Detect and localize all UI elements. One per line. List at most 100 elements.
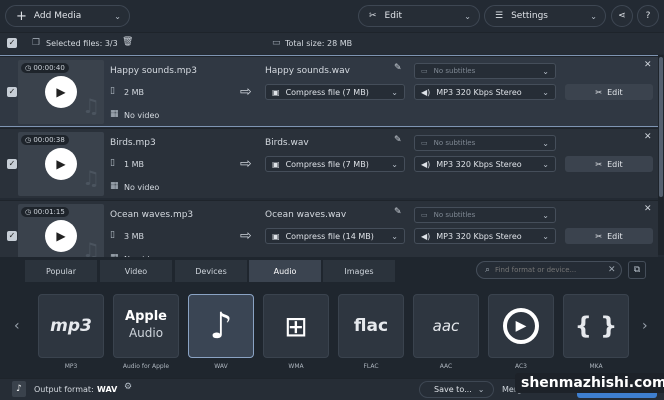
compress-dropdown[interactable]: ▣ Compress file (7 MB) ⌄ bbox=[265, 84, 405, 100]
selected-files-text: Selected files: 3/3 bbox=[46, 39, 118, 48]
tab-images[interactable]: Images bbox=[323, 260, 395, 282]
output-format-icon: ♪ bbox=[12, 381, 26, 397]
format-audio-for-apple[interactable]: Apple Audio bbox=[113, 294, 179, 358]
subtitles-dropdown[interactable]: ▭ No subtitles ⌄ bbox=[414, 207, 556, 223]
audio-track-dropdown[interactable]: ◀) MP3 320 Kbps Stereo ⌄ bbox=[414, 156, 556, 172]
rename-pencil-icon[interactable]: ✎ bbox=[394, 63, 402, 73]
scroll-left-icon[interactable]: ‹ bbox=[14, 318, 20, 334]
compress-dropdown[interactable]: ▣ Compress file (14 MB) ⌄ bbox=[265, 228, 405, 244]
format-search-input[interactable]: ⌕ ✕ bbox=[476, 261, 622, 279]
edit-file-label: Edit bbox=[607, 159, 623, 169]
duration-text: 00:00:40 bbox=[33, 64, 65, 72]
mka-braces-icon: { } bbox=[574, 312, 618, 340]
save-to-button[interactable]: Save to... ⌄ bbox=[419, 381, 494, 398]
compress-label: Compress file (7 MB) bbox=[285, 159, 369, 169]
file-icon: ▯ bbox=[110, 230, 115, 240]
total-size-text: Total size: 28 MB bbox=[285, 39, 353, 48]
format-mp3[interactable]: mp3 bbox=[38, 294, 104, 358]
play-button[interactable]: ▶ bbox=[45, 220, 77, 252]
speaker-icon: ◀) bbox=[421, 159, 431, 169]
clear-icon[interactable]: ✕ bbox=[608, 265, 616, 275]
rename-pencil-icon[interactable]: ✎ bbox=[394, 135, 402, 145]
device-icon: ⧉ bbox=[633, 265, 641, 275]
play-button[interactable]: ▶ bbox=[45, 148, 77, 180]
row-checkbox[interactable]: ✓ bbox=[7, 87, 17, 97]
source-file-name: Ocean waves.mp3 bbox=[110, 210, 194, 220]
file-icon: ▯ bbox=[110, 86, 115, 96]
scrollbar[interactable] bbox=[658, 55, 664, 255]
row-checkbox[interactable]: ✓ bbox=[7, 231, 17, 241]
close-icon[interactable]: ✕ bbox=[644, 132, 652, 142]
source-file-name: Happy sounds.mp3 bbox=[110, 66, 197, 76]
file-row[interactable]: ✓ ◷ 00:00:40 ▶ ♫ Happy sounds.mp3 ▯ 2 MB… bbox=[0, 55, 659, 127]
watermark: shenmazhishi.com bbox=[515, 373, 664, 393]
save-to-label: Save to... bbox=[434, 385, 472, 394]
chevron-down-icon: ⌄ bbox=[464, 11, 471, 21]
edit-file-button[interactable]: ✂ Edit bbox=[565, 228, 653, 244]
compress-icon: ▣ bbox=[272, 159, 280, 169]
select-all-checkbox[interactable]: ✓ bbox=[7, 38, 17, 48]
format-label: AC3 bbox=[514, 363, 527, 370]
duration-badge: ◷ 00:00:40 bbox=[21, 63, 69, 73]
chevron-down-icon: ⌄ bbox=[542, 87, 549, 97]
audio-track-dropdown[interactable]: ◀) MP3 320 Kbps Stereo ⌄ bbox=[414, 84, 556, 100]
compress-label: Compress file (7 MB) bbox=[285, 87, 369, 97]
chevron-down-icon: ⌄ bbox=[114, 11, 121, 21]
add-media-button[interactable]: + Add Media ⌄ bbox=[5, 5, 130, 27]
format-ac3[interactable]: ▶ bbox=[488, 294, 554, 358]
search-field[interactable] bbox=[495, 266, 604, 274]
settings-dropdown[interactable]: ☰ Settings ⌄ bbox=[484, 5, 606, 27]
file-thumbnail[interactable]: ◷ 00:00:38 ▶ ♫ bbox=[18, 132, 104, 196]
format-mka[interactable]: { } bbox=[563, 294, 629, 358]
edit-dropdown[interactable]: ✂ Edit ⌄ bbox=[358, 5, 480, 27]
audio-track-dropdown[interactable]: ◀) MP3 320 Kbps Stereo ⌄ bbox=[414, 228, 556, 244]
subtitles-dropdown[interactable]: ▭ No subtitles ⌄ bbox=[414, 135, 556, 151]
convert-arrow-icon: ⇨ bbox=[240, 84, 252, 100]
duration-text: 00:00:38 bbox=[33, 136, 65, 144]
edit-file-label: Edit bbox=[607, 231, 623, 241]
edit-file-button[interactable]: ✂ Edit bbox=[565, 156, 653, 172]
close-icon[interactable]: ✕ bbox=[644, 204, 652, 214]
edit-file-button[interactable]: ✂ Edit bbox=[565, 84, 653, 100]
play-button[interactable]: ▶ bbox=[45, 76, 77, 108]
file-row[interactable]: ✓ ◷ 00:00:38 ▶ ♫ Birds.mp3 ▯ 1 MB ▦ No v… bbox=[0, 128, 658, 198]
tab-audio[interactable]: Audio bbox=[249, 260, 321, 282]
music-note-icon: ♫ bbox=[82, 166, 100, 190]
subtitles-icon: ▭ bbox=[421, 139, 428, 147]
music-note-icon: ♫ bbox=[82, 94, 100, 118]
file-size: 3 MB bbox=[124, 232, 145, 241]
disk-icon: ▭ bbox=[272, 38, 281, 48]
output-file-name: Happy sounds.wav bbox=[265, 66, 350, 76]
subtitles-label: No subtitles bbox=[433, 67, 476, 75]
subtitles-dropdown[interactable]: ▭ No subtitles ⌄ bbox=[414, 63, 556, 79]
output-file-name: Ocean waves.wav bbox=[265, 210, 347, 220]
format-flac[interactable]: flac bbox=[338, 294, 404, 358]
source-file-name: Birds.mp3 bbox=[110, 138, 156, 148]
music-note-icon: ♪ bbox=[209, 305, 233, 347]
help-button[interactable]: ? bbox=[637, 5, 659, 27]
convert-arrow-icon: ⇨ bbox=[240, 156, 252, 172]
device-detect-button[interactable]: ⧉ bbox=[628, 261, 646, 279]
audio-track-label: MP3 320 Kbps Stereo bbox=[436, 231, 522, 241]
compress-dropdown[interactable]: ▣ Compress file (7 MB) ⌄ bbox=[265, 156, 405, 172]
share-button[interactable]: ⋖ bbox=[611, 5, 633, 27]
close-icon[interactable]: ✕ bbox=[644, 60, 652, 70]
output-format-label: Output format: bbox=[34, 385, 94, 394]
tab-devices[interactable]: Devices bbox=[175, 260, 247, 282]
audio-track-label: MP3 320 Kbps Stereo bbox=[436, 87, 522, 97]
row-checkbox[interactable]: ✓ bbox=[7, 159, 17, 169]
subtitles-icon: ▭ bbox=[421, 211, 428, 219]
scroll-right-icon[interactable]: › bbox=[642, 318, 648, 334]
output-format-value: WAV bbox=[97, 385, 118, 394]
file-thumbnail[interactable]: ◷ 00:00:40 ▶ ♫ bbox=[18, 60, 104, 124]
scissors-icon: ✂ bbox=[595, 231, 603, 241]
video-info: No video bbox=[124, 183, 160, 192]
tab-popular[interactable]: Popular bbox=[25, 260, 97, 282]
trash-icon[interactable]: 🗑 bbox=[122, 37, 133, 47]
format-wav[interactable]: ♪ bbox=[188, 294, 254, 358]
format-aac[interactable]: aac bbox=[413, 294, 479, 358]
gear-icon[interactable]: ⚙ bbox=[124, 382, 132, 392]
rename-pencil-icon[interactable]: ✎ bbox=[394, 207, 402, 217]
tab-video[interactable]: Video bbox=[100, 260, 172, 282]
format-wma[interactable]: ⊞ bbox=[263, 294, 329, 358]
